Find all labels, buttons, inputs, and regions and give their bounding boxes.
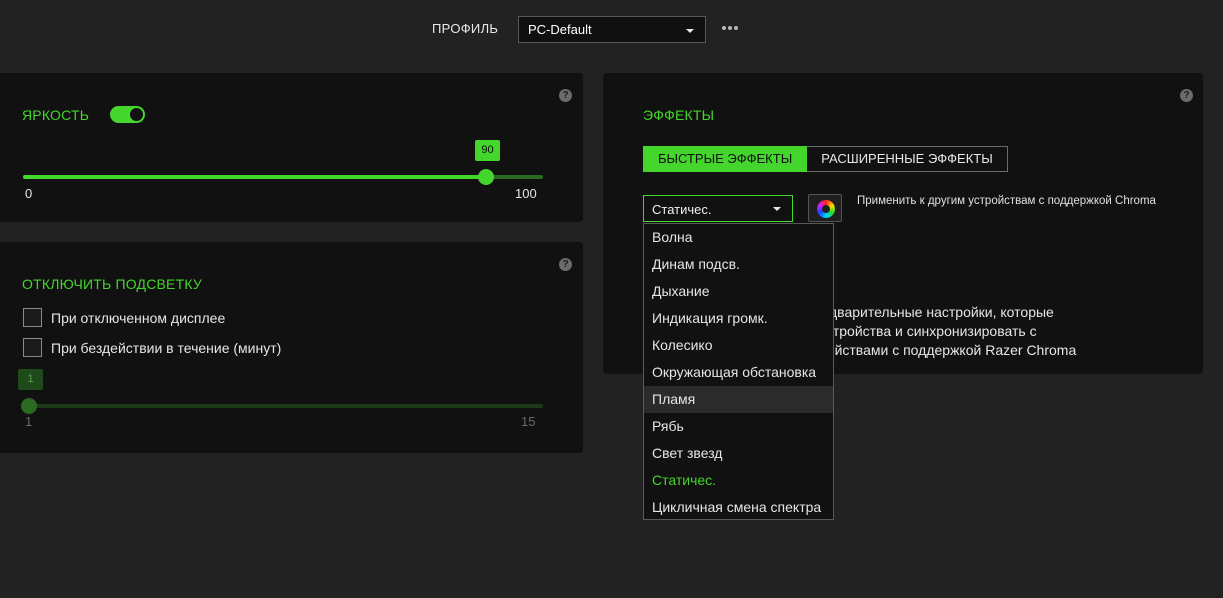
dropdown-item-breathing[interactable]: Дыхание — [644, 278, 833, 305]
dropdown-item-static[interactable]: Статичес. — [644, 467, 833, 494]
effect-select[interactable]: Статичес. — [643, 195, 793, 222]
brightness-title: ЯРКОСТЬ — [22, 107, 90, 123]
dropdown-item-starlight[interactable]: Свет звезд — [644, 440, 833, 467]
brightness-min-label: 0 — [25, 186, 33, 201]
dropdown-item-ripple[interactable]: Рябь — [644, 413, 833, 440]
idle-value-bubble: 1 — [18, 369, 43, 390]
dropdown-item-wheel[interactable]: Колесико — [644, 332, 833, 359]
dropdown-item-reactive[interactable]: Динам подсв. — [644, 251, 833, 278]
help-icon[interactable]: ? — [1180, 89, 1193, 102]
tab-quick-effects[interactable]: БЫСТРЫЕ ЭФФЕКТЫ — [643, 146, 808, 172]
brightness-slider-fill — [23, 175, 487, 179]
dropdown-item-fire[interactable]: Пламя — [644, 386, 833, 413]
dropdown-item-ambient[interactable]: Окружающая обстановка — [644, 359, 833, 386]
brightness-panel: ? ЯРКОСТЬ 90 0 100 — [0, 73, 583, 222]
dropdown-item-wave[interactable]: Волна — [644, 224, 833, 251]
profile-select-value: PC-Default — [528, 22, 592, 37]
dropdown-item-spectrum-cycling[interactable]: Цикличная смена спектра — [644, 494, 833, 521]
dropdown-item-audio-meter[interactable]: Индикация громк. — [644, 305, 833, 332]
color-wheel-icon — [817, 200, 835, 218]
tab-advanced-effects[interactable]: РАСШИРЕННЫЕ ЭФФЕКТЫ — [807, 146, 1008, 172]
backlight-off-title: ОТКЛЮЧИТЬ ПОДСВЕТКУ — [22, 276, 202, 292]
color-picker-button[interactable] — [808, 194, 842, 222]
apply-to-devices-text: Применить к другим устройствам с поддерж… — [857, 195, 1156, 207]
effect-dropdown-list: Волна Динам подсв. Дыхание Индикация гро… — [643, 223, 834, 520]
display-off-checkbox[interactable] — [23, 308, 42, 327]
idle-slider-thumb[interactable] — [21, 398, 37, 414]
effects-tabs: БЫСТРЫЕ ЭФФЕКТЫ РАСШИРЕННЫЕ ЭФФЕКТЫ — [643, 146, 1008, 172]
idle-slider-track[interactable] — [23, 404, 543, 408]
brightness-slider-thumb[interactable] — [478, 169, 494, 185]
display-off-label: При отключенном дисплее — [51, 310, 226, 326]
help-icon[interactable]: ? — [559, 258, 572, 271]
idle-min-label: 1 — [25, 414, 33, 429]
chevron-down-icon — [773, 207, 781, 211]
idle-checkbox[interactable] — [23, 338, 42, 357]
toggle-knob — [130, 108, 143, 121]
effect-select-value: Статичес. — [652, 202, 712, 217]
more-horizontal-icon[interactable] — [722, 20, 744, 38]
help-icon[interactable]: ? — [559, 89, 572, 102]
effects-title: ЭФФЕКТЫ — [643, 107, 715, 123]
brightness-value-bubble: 90 — [475, 140, 500, 161]
backlight-off-panel: ? ОТКЛЮЧИТЬ ПОДСВЕТКУ При отключенном ди… — [0, 242, 583, 453]
chevron-down-icon — [686, 29, 694, 33]
profile-select[interactable]: PC-Default — [518, 16, 706, 43]
brightness-toggle[interactable] — [110, 106, 145, 123]
brightness-max-label: 100 — [515, 186, 537, 201]
idle-max-label: 15 — [521, 414, 536, 429]
idle-label: При бездействии в течение (минут) — [51, 340, 282, 356]
profile-label: ПРОФИЛЬ — [432, 21, 499, 36]
